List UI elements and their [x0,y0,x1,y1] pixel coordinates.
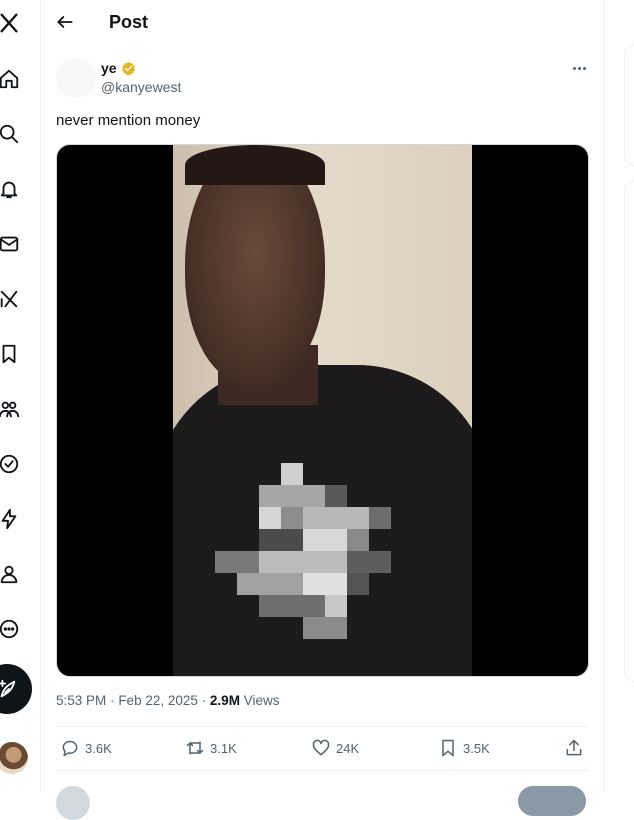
page-header: Post [40,0,604,44]
lightning-icon[interactable] [0,506,22,532]
search-icon[interactable] [0,121,22,147]
compose-post-button[interactable] [0,664,32,714]
home-icon[interactable] [0,66,22,92]
reply-button[interactable]: 3.6K [60,738,112,758]
author-handle[interactable]: @kanyewest [101,79,181,95]
video-frame [173,145,472,676]
bookmark-count: 3.5K [463,740,490,756]
repost-icon [186,741,204,755]
more-circle-icon[interactable] [0,616,22,642]
like-button[interactable]: 24K [311,738,359,758]
feather-plus-icon [0,679,16,698]
divider [56,726,588,727]
post-video[interactable] [56,144,589,677]
messages-icon[interactable] [0,231,22,257]
post-metadata: 5:53 PM · Feb 22, 2025 · 2.9M Views [56,693,279,708]
right-sidebar-card [624,180,634,682]
views-count: 2.9M [209,693,240,708]
verified-badge-icon[interactable] [121,61,136,76]
x-logo-icon[interactable] [0,10,22,36]
share-icon [566,739,582,756]
meta-separator: · [201,693,207,708]
like-count: 24K [336,740,360,756]
author-avatar[interactable] [56,58,96,98]
bookmark-icon [442,739,454,757]
repost-count: 3.1K [210,740,237,756]
reply-submit-button[interactable] [518,786,586,816]
author-name[interactable]: ye [101,60,117,76]
divider [56,770,588,771]
notifications-icon[interactable] [0,176,22,202]
meta-separator: · [110,693,115,708]
post-detail-column: Post ye @kanyewest never mention money 5… [40,0,605,820]
profile-icon[interactable] [0,561,22,587]
post-date[interactable]: Feb 22, 2025 [118,693,198,708]
bookmarks-icon[interactable] [0,341,22,367]
heart-icon [312,739,330,756]
views-label: Views [243,693,280,708]
page-title: Post [109,12,149,32]
left-nav-rail [0,0,41,792]
share-button[interactable] [564,738,584,758]
arrow-left-icon [57,16,73,28]
communities-icon[interactable] [0,396,22,422]
more-options-icon[interactable] [568,58,590,78]
repost-button[interactable]: 3.1K [185,738,237,758]
verified-icon[interactable] [0,451,22,477]
post-text: never mention money [56,112,201,129]
post-time[interactable]: 5:53 PM [56,693,106,708]
reply-icon [62,740,78,757]
reply-composer-avatar [56,786,90,820]
bookmark-button[interactable]: 3.5K [438,738,490,758]
grok-icon[interactable] [0,286,22,312]
account-avatar[interactable] [0,742,28,774]
back-button[interactable] [54,11,76,33]
right-sidebar-card [624,44,634,166]
reply-count: 3.6K [85,740,112,756]
